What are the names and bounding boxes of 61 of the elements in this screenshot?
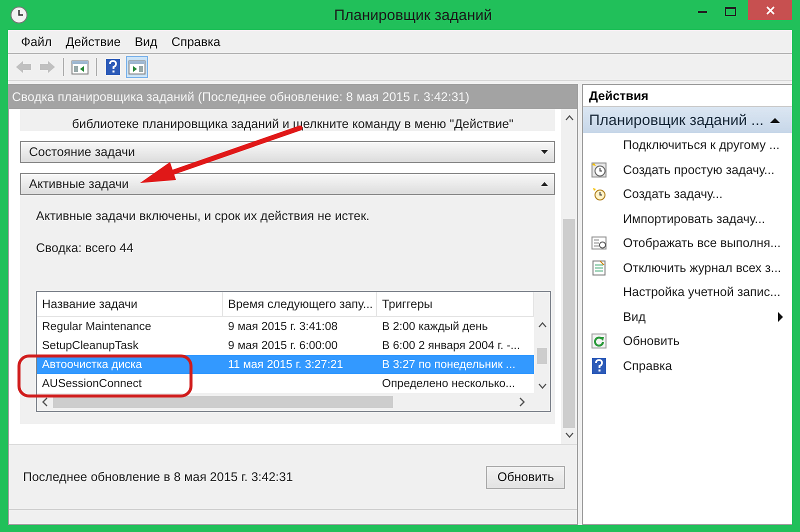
description-text: библиотеке планировщика заданий и щелкните команду в меню "Действие" [72, 117, 514, 131]
table-row[interactable]: Regular Maintenance 9 мая 2015 г. 3:41:08 В 2:00 каждый день [37, 317, 534, 336]
clock-icon [591, 162, 607, 178]
menu-item[interactable]: Справка [164, 34, 228, 48]
scroll-right-icon [518, 397, 526, 407]
log-icon [591, 260, 607, 276]
scroll-up-icon [564, 115, 574, 121]
vertical-scrollbar[interactable] [534, 292, 550, 393]
submenu-arrow-icon [778, 312, 784, 322]
refresh-icon [591, 333, 607, 350]
scrollbar-thumb[interactable] [537, 348, 547, 364]
clock-icon [10, 6, 28, 24]
table-row[interactable]: SetupCleanupTask 9 мая 2015 г. 6:00:00 В 6:00 2 января 2004 г. -... [37, 336, 534, 355]
forward-arrow-icon [38, 59, 56, 75]
scroll-down-icon [564, 432, 574, 438]
collapse-icon [770, 116, 780, 124]
action-item[interactable]: Настройка учетной запис... [583, 280, 792, 304]
panel-icon [71, 58, 89, 76]
pane-header: Сводка планировщика заданий (Последнее обновление: 8 мая 2015 г. 3:42:31) [9, 85, 577, 109]
scrollbar-thumb[interactable] [53, 396, 393, 408]
refresh-button[interactable]: Обновить [486, 466, 565, 488]
scroll-up-icon [538, 322, 546, 328]
horizontal-scrollbar[interactable] [37, 393, 550, 411]
maximize-icon [724, 6, 736, 16]
action-item[interactable]: Подключиться к другому ... [583, 133, 792, 158]
action-item[interactable]: Создать простую задачу... [583, 158, 792, 182]
scrollbar-thumb[interactable] [563, 219, 575, 428]
window-title: Планировщик заданий [333, 6, 493, 24]
help-icon [105, 58, 121, 76]
action-item[interactable]: Создать задачу... [583, 182, 792, 206]
column-header[interactable]: Время следующего запу... [223, 292, 377, 316]
action-item[interactable]: Отключить журнал всех з... [583, 256, 792, 280]
action-item[interactable]: Вид [583, 304, 792, 329]
scroll-down-icon [538, 383, 546, 389]
status-text: Активные задачи включены, и срок их действия не истек. [36, 209, 371, 223]
menu-item[interactable]: Файл [14, 34, 59, 48]
close-icon [766, 6, 774, 14]
action-item[interactable]: Справка [583, 354, 792, 378]
menu-item[interactable]: Действие [58, 34, 128, 48]
column-header[interactable]: Название задачи [37, 292, 223, 316]
back-arrow-icon [14, 59, 32, 75]
clock-icon [591, 186, 607, 202]
section-header[interactable]: Состояние задачи [20, 141, 555, 163]
action-item[interactable]: Обновить [583, 329, 792, 354]
list-clock-icon [591, 235, 607, 252]
last-update-text: Последнее обновление в 8 мая 2015 г. 3:42:31 [23, 470, 293, 484]
expand-icon [541, 149, 548, 155]
close-button[interactable] [748, 0, 792, 20]
action-item[interactable]: Импортировать задачу... [583, 206, 792, 231]
action-item[interactable]: Отображать все выполня... [583, 231, 792, 256]
collapse-icon [541, 181, 548, 187]
table-row[interactable]: AUSessionConnect Определено несколько... [37, 374, 534, 393]
summary-text: Сводка: всего 44 [36, 241, 134, 255]
panel-icon [128, 58, 146, 76]
help-icon [591, 358, 607, 374]
section-header[interactable]: Активные задачи [20, 173, 555, 195]
toolbar-button[interactable] [126, 56, 148, 78]
group-header[interactable]: Планировщик заданий ... [583, 107, 792, 133]
vertical-scrollbar[interactable] [561, 109, 577, 444]
menu-item[interactable]: Вид [128, 34, 164, 48]
scroll-left-icon [41, 397, 49, 407]
